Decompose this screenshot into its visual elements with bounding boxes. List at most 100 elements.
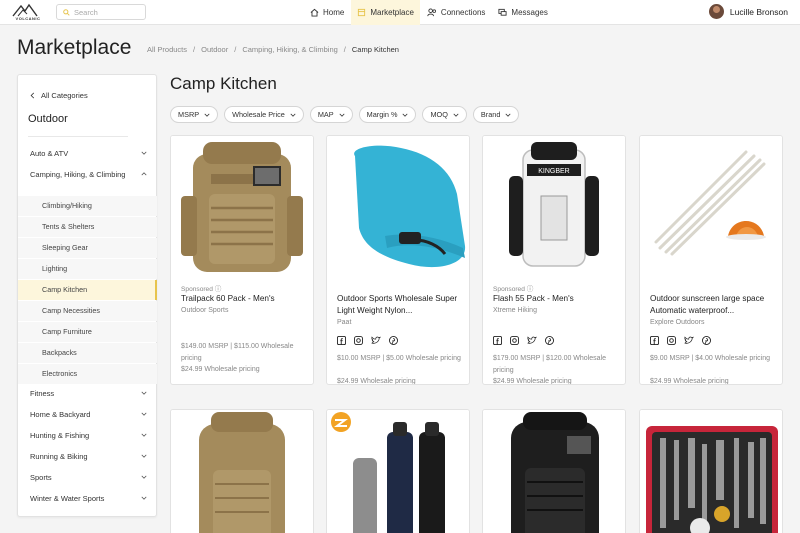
product-title[interactable]: Outdoor Sports Wholesale Super Light Wei…	[337, 293, 463, 317]
product-brand[interactable]: Outdoor Sports	[181, 307, 228, 314]
chevron-down-icon	[339, 113, 345, 117]
product-brand[interactable]: Paat	[337, 319, 351, 326]
product-brand[interactable]: Explore Outdoors	[650, 319, 704, 326]
product-image-tactical-backpack[interactable]	[171, 136, 314, 278]
breadcrumb-separator: /	[193, 45, 196, 54]
product-wholesale: $24.99 Wholesale pricing	[493, 378, 572, 385]
sidebar-item-camping[interactable]: Camping, Hiking, & Climbing	[30, 169, 147, 181]
pinterest-icon[interactable]	[702, 336, 711, 345]
nav-connections[interactable]: Connections	[427, 0, 485, 25]
product-image-white-pack[interactable]: KINGBER	[483, 136, 626, 278]
breadcrumb-all-products[interactable]: All Products	[147, 45, 187, 54]
top-nav-bar: VOLCANIC Search Home Marketplace Connect…	[0, 0, 800, 25]
sidebar-item-label: Home & Backyard	[30, 410, 91, 419]
breadcrumb-camping[interactable]: Camping, Hiking, & Climbing	[242, 45, 337, 54]
subcategory-necessities[interactable]: Camp Necessities	[18, 301, 157, 321]
sidebar-item-running-biking[interactable]: Running & Biking	[30, 451, 147, 463]
subcategory-camp-kitchen[interactable]: Camp Kitchen	[18, 280, 157, 300]
product-image-tan-backpack[interactable]	[171, 410, 314, 533]
product-title[interactable]: Flash 55 Pack - Men's	[493, 293, 619, 305]
subcategory-tents[interactable]: Tents & Shelters	[18, 217, 157, 237]
subcategory-climbing[interactable]: Climbing/Hiking	[18, 196, 157, 216]
instagram-icon[interactable]	[667, 336, 676, 345]
subcategory-furniture[interactable]: Camp Furniture	[18, 322, 157, 342]
product-price: $9.00 MSRP | $4.00 Wholesale pricing	[650, 355, 770, 362]
pinterest-icon[interactable]	[545, 336, 554, 345]
product-card[interactable]: Outdoor sunscreen large space Automatic …	[639, 135, 783, 385]
chevron-down-icon	[453, 113, 459, 117]
chevron-down-icon	[141, 391, 147, 395]
back-all-categories[interactable]: All Categories	[30, 91, 88, 100]
instagram-icon[interactable]	[510, 336, 519, 345]
search-icon	[63, 8, 70, 16]
search-placeholder: Search	[74, 7, 98, 17]
nav-messages-label: Messages	[511, 8, 548, 17]
mountain-logo-icon	[12, 3, 38, 17]
twitter-icon[interactable]	[371, 336, 381, 345]
user-menu[interactable]: Lucille Bronson	[708, 4, 788, 19]
chevron-up-icon	[141, 172, 147, 176]
filter-label: MAP	[317, 110, 334, 119]
filter-label: Margin %	[366, 110, 398, 119]
category-title: Camp Kitchen	[170, 74, 277, 93]
product-image-tent-poles[interactable]	[640, 136, 783, 278]
sidebar-item-label: Winter & Water Sports	[30, 494, 105, 503]
subcategory-backpacks[interactable]: Backpacks	[18, 343, 157, 363]
filter-brand[interactable]: Brand	[472, 106, 520, 123]
filter-label: Wholesale Price	[232, 110, 285, 119]
product-image-survival-kit[interactable]	[640, 410, 783, 533]
sidebar-item-auto-atv[interactable]: Auto & ATV	[30, 148, 147, 160]
breadcrumb-outdoor[interactable]: Outdoor	[201, 45, 228, 54]
nav-home-label: Home	[323, 8, 345, 17]
product-card[interactable]	[639, 409, 783, 533]
sidebar-item-label: Camping, Hiking, & Climbing	[30, 170, 126, 179]
sidebar-item-sports[interactable]: Sports	[30, 472, 147, 484]
pinterest-icon[interactable]	[389, 336, 398, 345]
filter-wholesale-price[interactable]: Wholesale Price	[224, 106, 304, 123]
product-title[interactable]: Trailpack 60 Pack - Men's	[181, 293, 307, 305]
search-input[interactable]: Search	[56, 4, 146, 20]
nav-messages[interactable]: Messages	[498, 0, 548, 25]
subcategory-sleeping[interactable]: Sleeping Gear	[18, 238, 157, 258]
sidebar-item-label: Running & Biking	[30, 452, 88, 461]
sponsored-text: Sponsored	[181, 286, 213, 293]
product-card[interactable]	[326, 409, 470, 533]
twitter-icon[interactable]	[684, 336, 694, 345]
twitter-icon[interactable]	[527, 336, 537, 345]
product-image-black-backpack[interactable]	[483, 410, 626, 533]
filter-bar: MSRP Wholesale Price MAP Margin % MOQ Br…	[170, 106, 525, 123]
info-icon: ⓘ	[214, 286, 222, 293]
product-title[interactable]: Outdoor sunscreen large space Automatic …	[650, 293, 776, 317]
nav-marketplace[interactable]: Marketplace	[351, 0, 420, 25]
filter-label: Brand	[480, 110, 501, 119]
filter-moq[interactable]: MOQ	[422, 106, 467, 123]
subcategory-electronics[interactable]: Electronics	[18, 364, 157, 384]
product-card[interactable]	[170, 409, 314, 533]
chevron-down-icon	[141, 475, 147, 479]
user-name: Lucille Bronson	[729, 6, 788, 17]
product-card[interactable]: Sponsored ⓘ Trailpack 60 Pack - Men's Ou…	[170, 135, 314, 385]
volcanic-logo[interactable]: VOLCANIC	[12, 3, 44, 23]
sidebar-item-winter-water[interactable]: Winter & Water Sports	[30, 493, 147, 505]
nav-home[interactable]: Home	[310, 0, 344, 25]
filter-msrp[interactable]: MSRP	[170, 106, 219, 123]
sidebar-item-fitness[interactable]: Fitness	[30, 388, 147, 400]
chevron-down-icon	[141, 433, 147, 437]
filter-margin[interactable]: Margin %	[358, 106, 417, 123]
product-card[interactable]: KINGBER Sponsored ⓘ Flash 55 Pack - Men'…	[482, 135, 626, 385]
info-icon: ⓘ	[526, 286, 534, 293]
product-image-bottles[interactable]	[327, 410, 470, 533]
product-card[interactable]	[482, 409, 626, 533]
instagram-icon[interactable]	[354, 336, 363, 345]
facebook-icon[interactable]	[493, 336, 502, 345]
sidebar-item-hunting-fishing[interactable]: Hunting & Fishing	[30, 430, 147, 442]
filter-map[interactable]: MAP	[309, 106, 353, 123]
facebook-icon[interactable]	[650, 336, 659, 345]
subcategory-lighting[interactable]: Lighting	[18, 259, 157, 279]
sidebar-item-home-backyard[interactable]: Home & Backyard	[30, 409, 147, 421]
people-icon	[427, 8, 436, 17]
product-card[interactable]: Outdoor Sports Wholesale Super Light Wei…	[326, 135, 470, 385]
product-brand[interactable]: Xtreme Hiking	[493, 307, 537, 314]
product-image-dry-bag[interactable]	[327, 136, 470, 278]
facebook-icon[interactable]	[337, 336, 346, 345]
